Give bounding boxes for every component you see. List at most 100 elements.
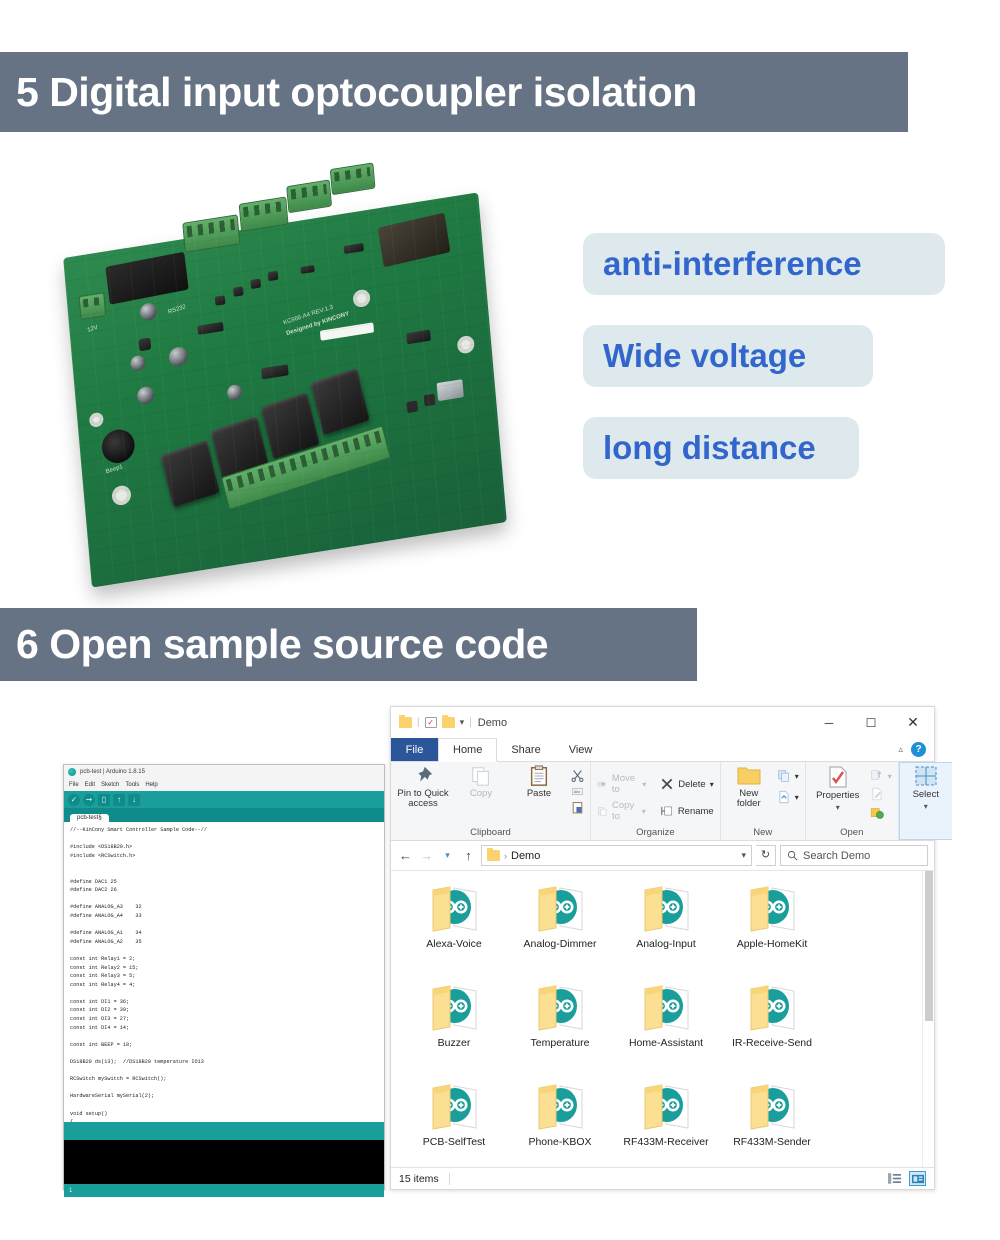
file-grid[interactable]: Alexa-Voice Analog-Dimmer Analog-Input Appl…	[391, 871, 922, 1167]
vertical-scrollbar[interactable]	[922, 871, 934, 1167]
ribbon-group-new: New folder ▾ ▾ New	[721, 762, 806, 840]
help-button[interactable]: ?	[911, 742, 926, 757]
select-button[interactable]: Select ▾	[906, 766, 946, 811]
maximize-button[interactable]: ☐	[850, 708, 892, 738]
save-icon[interactable]: ↓	[128, 793, 140, 806]
details-view-button[interactable]	[886, 1171, 903, 1186]
new-icon[interactable]: ▯	[98, 793, 110, 806]
code-line: const int DI4 = 14;	[70, 1024, 130, 1031]
minimize-button[interactable]: ─	[808, 708, 850, 738]
file-item[interactable]: IR-Receive-Send	[719, 979, 825, 1078]
folder-icon[interactable]	[441, 715, 455, 728]
copy-button[interactable]: Copy	[455, 765, 507, 799]
file-item[interactable]: PCB-SelfTest	[401, 1078, 507, 1167]
file-item[interactable]: RF433M-Receiver	[613, 1078, 719, 1167]
upload-icon[interactable]: ➞	[83, 793, 95, 806]
chevron-down-icon[interactable]: ▾	[710, 780, 714, 789]
easy-access-button[interactable]: ▾	[777, 790, 799, 804]
chevron-down-icon[interactable]: ▾	[795, 793, 799, 802]
verify-icon[interactable]: ✓	[68, 793, 80, 806]
forward-button[interactable]: →	[418, 848, 435, 863]
screw-terminal-strip	[220, 425, 391, 511]
transistor	[233, 286, 244, 297]
delete-button[interactable]: Delete ▾	[660, 773, 714, 795]
file-item[interactable]: Analog-Dimmer	[507, 880, 613, 979]
pin-icon	[418, 766, 433, 782]
back-button[interactable]: ←	[397, 848, 414, 863]
paste-shortcut-button[interactable]	[571, 801, 584, 814]
new-folder-button[interactable]: New folder	[727, 765, 771, 809]
up-button[interactable]: ↑	[460, 848, 477, 863]
edit-button[interactable]	[870, 787, 892, 801]
chevron-down-icon[interactable]: ▾	[642, 807, 646, 816]
menu-item-file[interactable]: File	[69, 782, 79, 788]
edit-icon	[872, 787, 882, 801]
chevron-down-icon[interactable]: ▾	[924, 802, 928, 811]
silkscreen-rs232: RS232	[167, 304, 187, 316]
transistor	[214, 295, 226, 306]
chevron-up-icon[interactable]: ▵	[898, 744, 903, 755]
file-item[interactable]: RF433M-Sender	[719, 1078, 825, 1167]
cut-icon	[571, 770, 584, 782]
file-item[interactable]: Alexa-Voice	[401, 880, 507, 979]
search-box[interactable]: Search Demo	[780, 845, 928, 866]
refresh-button[interactable]: ↻	[756, 845, 776, 866]
file-item[interactable]: Temperature	[507, 979, 613, 1078]
new-item-button[interactable]: ▾	[777, 769, 799, 783]
ribbon-group-label-open: Open	[840, 827, 864, 838]
arduino-code-editor[interactable]: //--KinCony Smart Controller Sample Code…	[64, 822, 384, 1122]
pin-to-quick-access-button[interactable]: Pin to Quick access	[397, 765, 449, 809]
file-item[interactable]: Phone-KBOX	[507, 1078, 613, 1167]
large-icons-view-button[interactable]	[909, 1171, 926, 1186]
folder-icon[interactable]	[399, 715, 412, 728]
chevron-down-icon[interactable]: ▾	[795, 772, 799, 781]
menu-item-edit[interactable]: Edit	[85, 782, 95, 788]
file-item[interactable]: Home-Assistant	[613, 979, 719, 1078]
tab-file[interactable]: File	[391, 738, 438, 761]
chevron-down-icon[interactable]: ▾	[836, 803, 840, 812]
paste-button[interactable]: Paste	[513, 765, 565, 799]
code-line: const int DI3 = 27;	[70, 1016, 130, 1023]
close-button[interactable]: ✕	[892, 708, 934, 738]
menu-item-sketch[interactable]: Sketch	[101, 782, 119, 788]
tab-home[interactable]: Home	[438, 738, 498, 762]
copy-path-button[interactable]: Abc	[571, 785, 584, 798]
file-item[interactable]: Analog-Input	[613, 880, 719, 979]
properties-check-icon[interactable]: ✓	[424, 717, 437, 728]
menu-item-tools[interactable]: Tools	[125, 782, 139, 788]
breadcrumb-bar[interactable]: › Demo ▾	[481, 845, 752, 866]
sketch-tab[interactable]: pcb-test§	[70, 814, 109, 822]
tab-view[interactable]: View	[555, 738, 607, 761]
open-icon[interactable]: ↑	[113, 793, 125, 806]
move-to-label: Move to	[611, 773, 636, 795]
history-button[interactable]	[870, 805, 892, 819]
rename-button[interactable]: Rename	[660, 800, 714, 822]
code-line: const int Relay1 = 2;	[70, 955, 136, 962]
breadcrumb[interactable]: Demo	[511, 850, 540, 862]
menu-item-help[interactable]: Help	[145, 782, 157, 788]
open-button[interactable]: ▾	[870, 769, 892, 783]
scrollbar-thumb[interactable]	[925, 871, 933, 1021]
db9-connector	[105, 251, 189, 305]
search-input[interactable]: Search Demo	[803, 850, 870, 862]
tab-share[interactable]: Share	[497, 738, 554, 761]
file-item[interactable]: Apple-HomeKit	[719, 880, 825, 979]
recent-locations-button[interactable]: ▾	[439, 850, 456, 861]
mounting-hole	[456, 334, 475, 355]
file-item[interactable]: Buzzer	[401, 979, 507, 1078]
cut-button[interactable]	[571, 769, 584, 782]
mounting-hole	[111, 484, 132, 507]
chevron-down-icon[interactable]: ▾	[888, 772, 892, 781]
ribbon-group-label-new: New	[753, 827, 773, 838]
chevron-down-icon[interactable]: ▾	[460, 717, 465, 728]
properties-button[interactable]: Properties ▾	[812, 765, 864, 812]
copy-to-button[interactable]: Copy to ▾	[597, 800, 646, 822]
move-to-button[interactable]: Move to ▾	[597, 773, 646, 795]
chevron-down-icon[interactable]: ▾	[642, 780, 646, 789]
chevron-down-icon[interactable]: ▾	[741, 850, 746, 861]
status-line-number: 1	[69, 1187, 73, 1194]
paste-shortcut-icon	[572, 802, 583, 814]
